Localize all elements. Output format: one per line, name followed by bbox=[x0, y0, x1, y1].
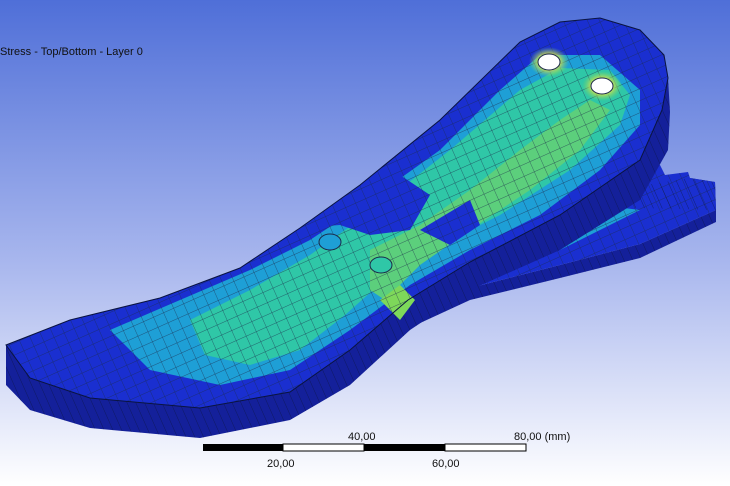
scale-label-80: 80,00 (mm) bbox=[514, 431, 571, 443]
scale-label-40: 40,00 bbox=[348, 431, 376, 443]
3d-viewport[interactable]: Stress - Top/Bottom - Layer 0 40,00 80,0… bbox=[0, 0, 730, 486]
scale-label-20: 20,00 bbox=[267, 458, 295, 470]
hole-1 bbox=[537, 53, 561, 71]
scale-bar bbox=[203, 443, 527, 452]
scale-segment-2 bbox=[282, 443, 365, 452]
result-title: Stress - Top/Bottom - Layer 0 bbox=[0, 46, 143, 58]
scale-segment-3 bbox=[364, 444, 445, 451]
scale-segment-1 bbox=[203, 444, 283, 451]
hole-2 bbox=[590, 77, 614, 95]
scale-label-60: 60,00 bbox=[432, 458, 460, 470]
hole-3-inner bbox=[318, 233, 342, 251]
model-view[interactable] bbox=[0, 0, 730, 486]
scale-segment-4 bbox=[444, 443, 527, 452]
hole-4-inner bbox=[369, 256, 393, 274]
